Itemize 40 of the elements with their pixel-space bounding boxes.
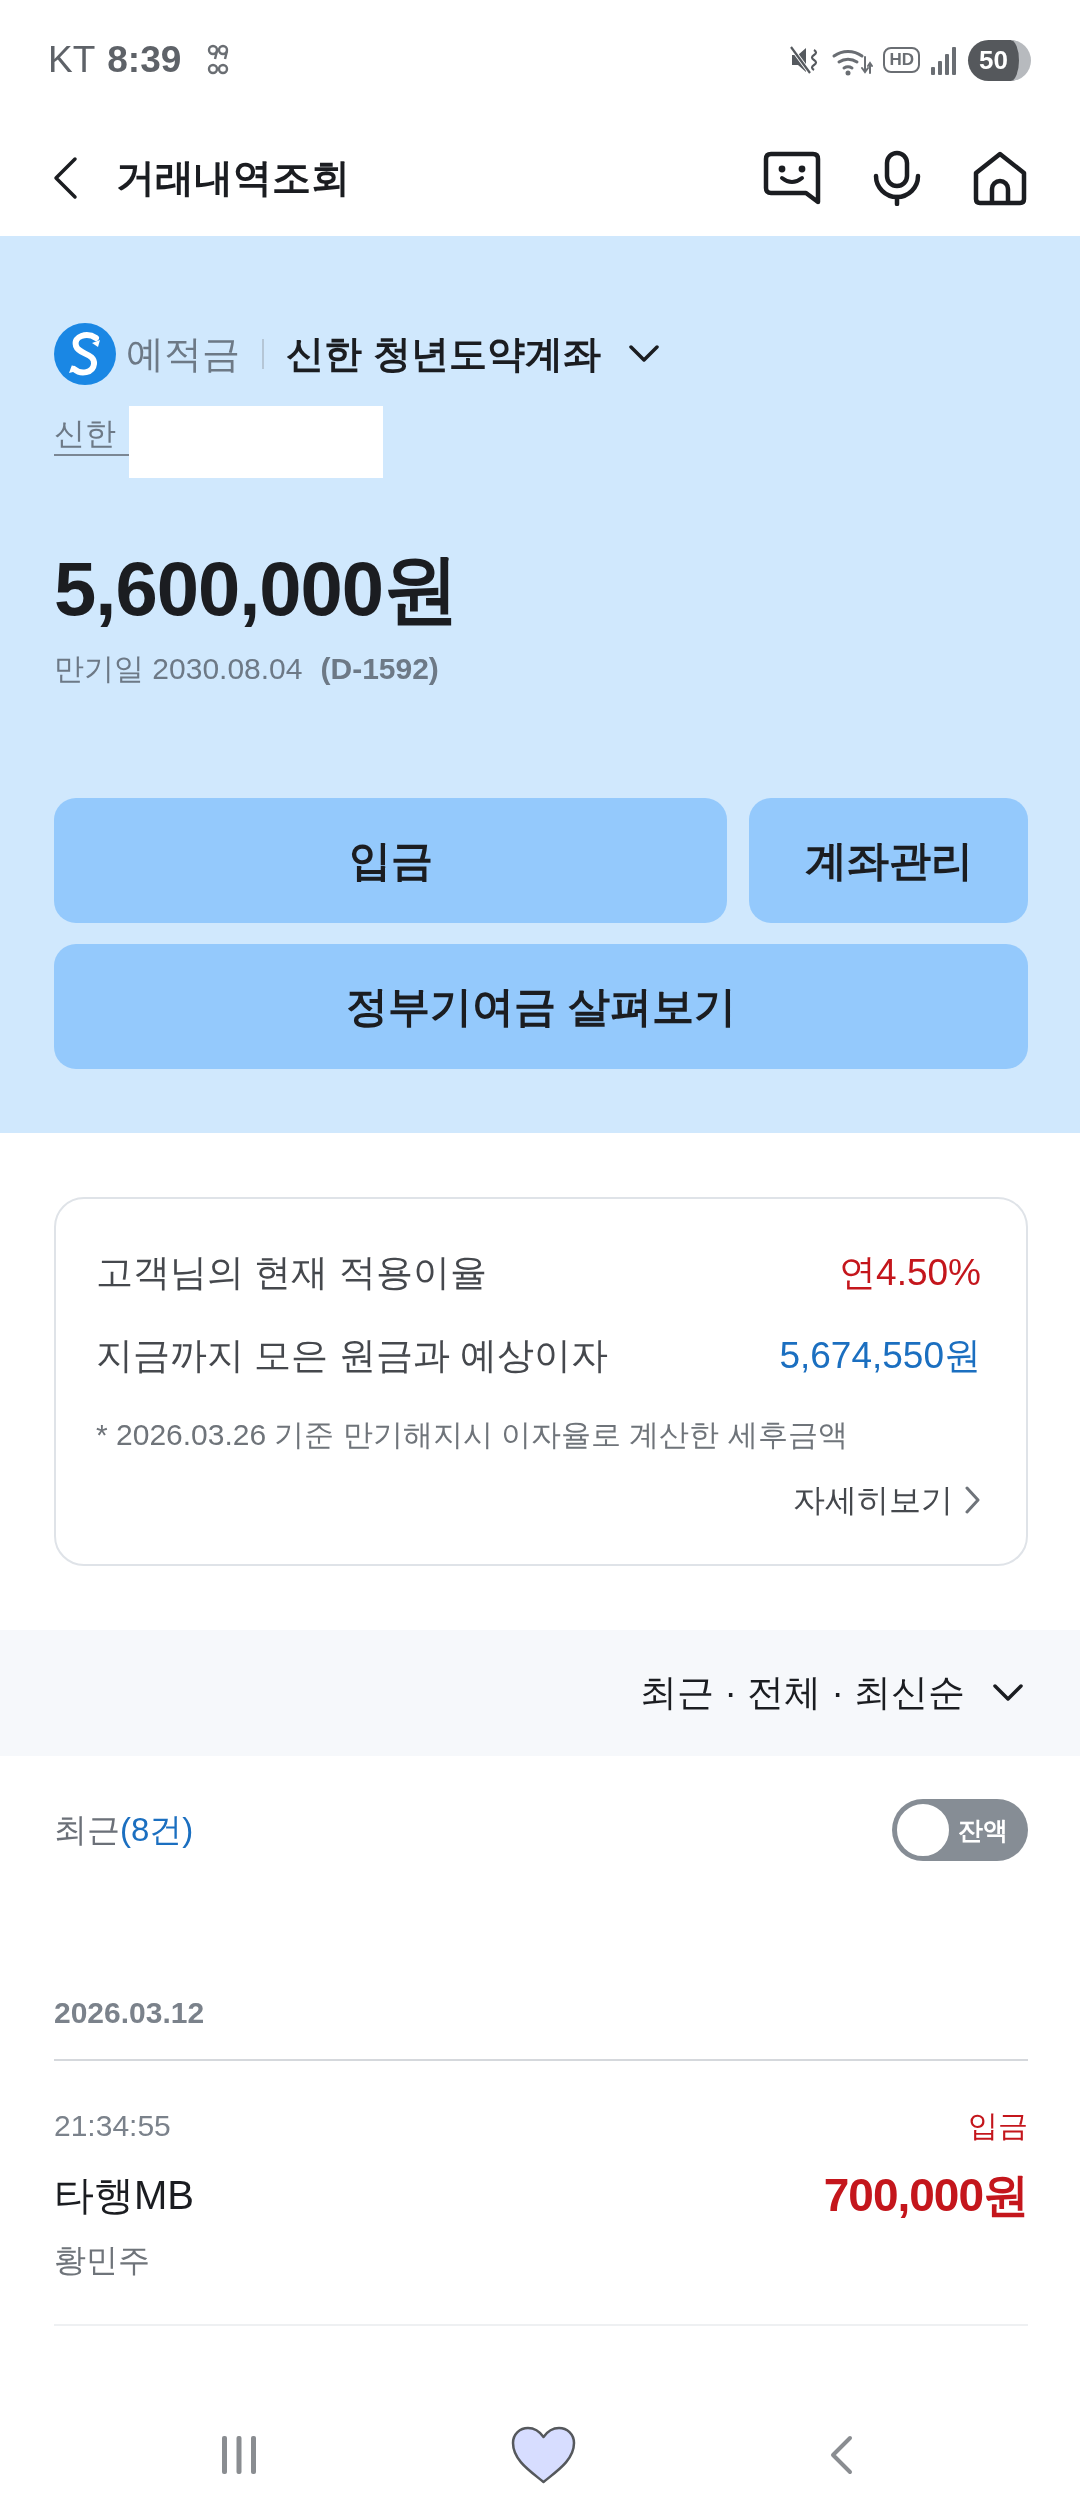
chevron-down-icon — [993, 1684, 1023, 1702]
back-icon[interactable] — [52, 155, 79, 201]
category-label: 예적금 — [126, 332, 240, 377]
smiley-chat-icon[interactable] — [762, 150, 822, 206]
action-button[interactable]: 계좌관리 — [749, 798, 1028, 923]
time-text: 8:39 — [107, 39, 182, 81]
chevron-down-icon — [628, 345, 659, 363]
logo-icon — [54, 323, 116, 385]
section-label: 최근 — [54, 1810, 120, 1850]
time-text: 21:34:55 — [54, 2108, 171, 2144]
app-notification-icon — [207, 43, 230, 77]
counterparty-name: 황민주 — [54, 2241, 150, 2280]
date-heading: 2026.03.12 — [54, 1995, 205, 2031]
info-label: 고객님의 현재 적용이율 — [96, 1251, 487, 1295]
details-link[interactable]: 자세히보기 — [793, 1478, 981, 1522]
chevron-right-icon — [965, 1486, 981, 1514]
signal-icon — [930, 45, 958, 75]
microphone-icon[interactable] — [871, 150, 923, 206]
page-title: 거래내역조회 — [116, 155, 351, 201]
count-text: (8건) — [120, 1810, 194, 1850]
transaction-type: 입금 — [968, 2108, 1028, 2144]
hd-indicator: HD — [883, 47, 920, 73]
carrier-text: KT — [48, 39, 96, 81]
battery-indicator: 50 — [968, 39, 1031, 81]
action-button[interactable]: 입금 — [54, 798, 727, 923]
info-value: 5,674,550원 — [779, 1334, 981, 1378]
transaction-amount: 700,000원 — [823, 2168, 1028, 2223]
home-icon[interactable] — [972, 150, 1028, 206]
maturity-date-text: 만기일 2030.08.04 — [54, 651, 303, 687]
heart-icon[interactable] — [510, 2425, 577, 2485]
filter-dropdown[interactable]: 최근 · 전체 · 최신순 — [640, 1668, 1023, 1718]
info-value: 연4.50% — [839, 1251, 981, 1295]
action-button[interactable]: 정부기여금 살펴보기 — [54, 944, 1028, 1069]
d-day-text: (D-1592) — [320, 651, 439, 687]
transaction-description: 타행MB — [54, 2172, 194, 2219]
info-label: 지금까지 모은 원금과 예상이자 — [96, 1334, 608, 1378]
footnote-text: * 2026.03.26 기준 만기해지시 이자율로 계산한 세후금액 — [96, 1417, 849, 1453]
balance-amount: 5,600,000원 — [54, 545, 460, 633]
recent-apps-icon[interactable] — [220, 2436, 258, 2474]
account-selector[interactable]: 신한 청년도약계좌 — [286, 329, 659, 379]
